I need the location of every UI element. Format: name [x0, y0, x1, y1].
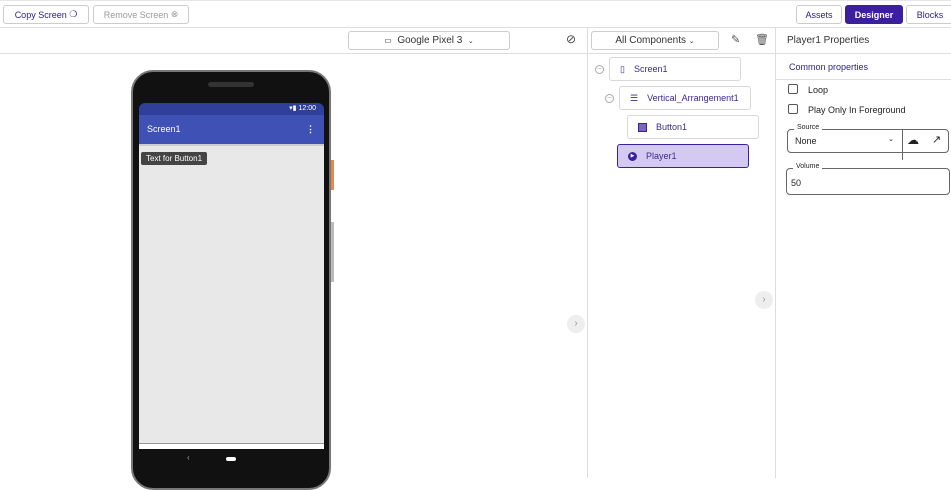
screen-title: Screen1: [147, 124, 181, 134]
assets-button[interactable]: Assets: [796, 5, 842, 24]
blocks-button[interactable]: Blocks: [906, 5, 951, 24]
tree-node-vertical-arrangement1[interactable]: ☰ Vertical_Arrangement1: [619, 86, 751, 110]
collapse-arrangement-icon[interactable]: −: [605, 94, 614, 103]
chevron-down-icon: ⌄: [888, 136, 894, 143]
trash-icon[interactable]: 🗑: [755, 33, 769, 46]
open-external-icon[interactable]: ↗: [932, 133, 941, 146]
divider: [0, 53, 588, 54]
collapse-panel-icon[interactable]: ›: [567, 315, 585, 333]
divider: [0, 27, 951, 28]
app-bar: Screen1 ⋮: [139, 115, 324, 144]
phone-side-button: [331, 160, 334, 190]
divider: [588, 53, 776, 54]
home-icon: [226, 457, 236, 461]
status-bar: ▾▮ 12:00: [139, 103, 324, 115]
components-filter[interactable]: All Components ⌄: [591, 31, 719, 50]
upload-cloud-icon[interactable]: ☁: [907, 133, 919, 147]
pencil-icon[interactable]: ✎: [731, 33, 740, 46]
designer-button[interactable]: Designer: [845, 5, 903, 24]
divider: [776, 53, 951, 54]
device-icon: ▭: [384, 36, 392, 45]
collapse-screen1-icon[interactable]: −: [595, 65, 604, 74]
tree-node-screen1[interactable]: ▯ Screen1: [609, 57, 741, 81]
top-border: [0, 0, 951, 1]
volume-value: 50: [791, 178, 802, 188]
phone-icon: ▯: [620, 63, 625, 74]
copy-screen-button[interactable]: Copy Screen ❍: [3, 5, 89, 24]
tree-node-player1[interactable]: ▶ Player1: [617, 144, 749, 168]
remove-screen-button[interactable]: Remove Screen ⊗: [93, 5, 189, 24]
divider: [587, 28, 588, 478]
common-properties-section[interactable]: Common properties: [789, 62, 868, 72]
tree-node-button1[interactable]: Button1: [627, 115, 759, 139]
screen-bottom: [139, 444, 324, 449]
player-icon: ▶: [628, 151, 637, 161]
properties-title: Player1 Properties: [787, 35, 870, 46]
button1-preview[interactable]: Text for Button1: [141, 152, 208, 165]
loop-label: Loop: [808, 85, 829, 95]
back-icon: ‹: [187, 453, 190, 462]
play-foreground-label: Play Only In Foreground: [808, 105, 906, 115]
divider: [775, 28, 776, 478]
source-field: Source None ⌄ ☁ ↗: [787, 124, 949, 160]
chevron-down-icon: ⌄: [688, 37, 695, 45]
remove-icon: ⊗: [170, 9, 179, 19]
phone-side-button: [331, 222, 334, 282]
divider: [776, 79, 951, 80]
vertical-arrangement-icon: ☰: [630, 92, 639, 103]
collapse-panel-icon[interactable]: ›: [755, 291, 773, 309]
copy-icon: ❍: [69, 9, 78, 19]
divider: [902, 130, 903, 160]
button-icon: [638, 122, 647, 132]
screen-canvas[interactable]: [139, 144, 324, 444]
loop-checkbox[interactable]: [788, 84, 798, 94]
source-select[interactable]: None ⌄: [788, 130, 902, 152]
chevron-down-icon: ⌄: [467, 37, 474, 45]
hide-components-icon[interactable]: ⊘: [566, 32, 576, 46]
device-select[interactable]: ▭ Google Pixel 3 ⌄: [348, 31, 510, 50]
phone-speaker: [208, 82, 254, 87]
volume-field[interactable]: Volume 50: [786, 163, 950, 195]
more-icon[interactable]: ⋮: [306, 115, 315, 144]
play-foreground-checkbox[interactable]: [788, 104, 798, 114]
